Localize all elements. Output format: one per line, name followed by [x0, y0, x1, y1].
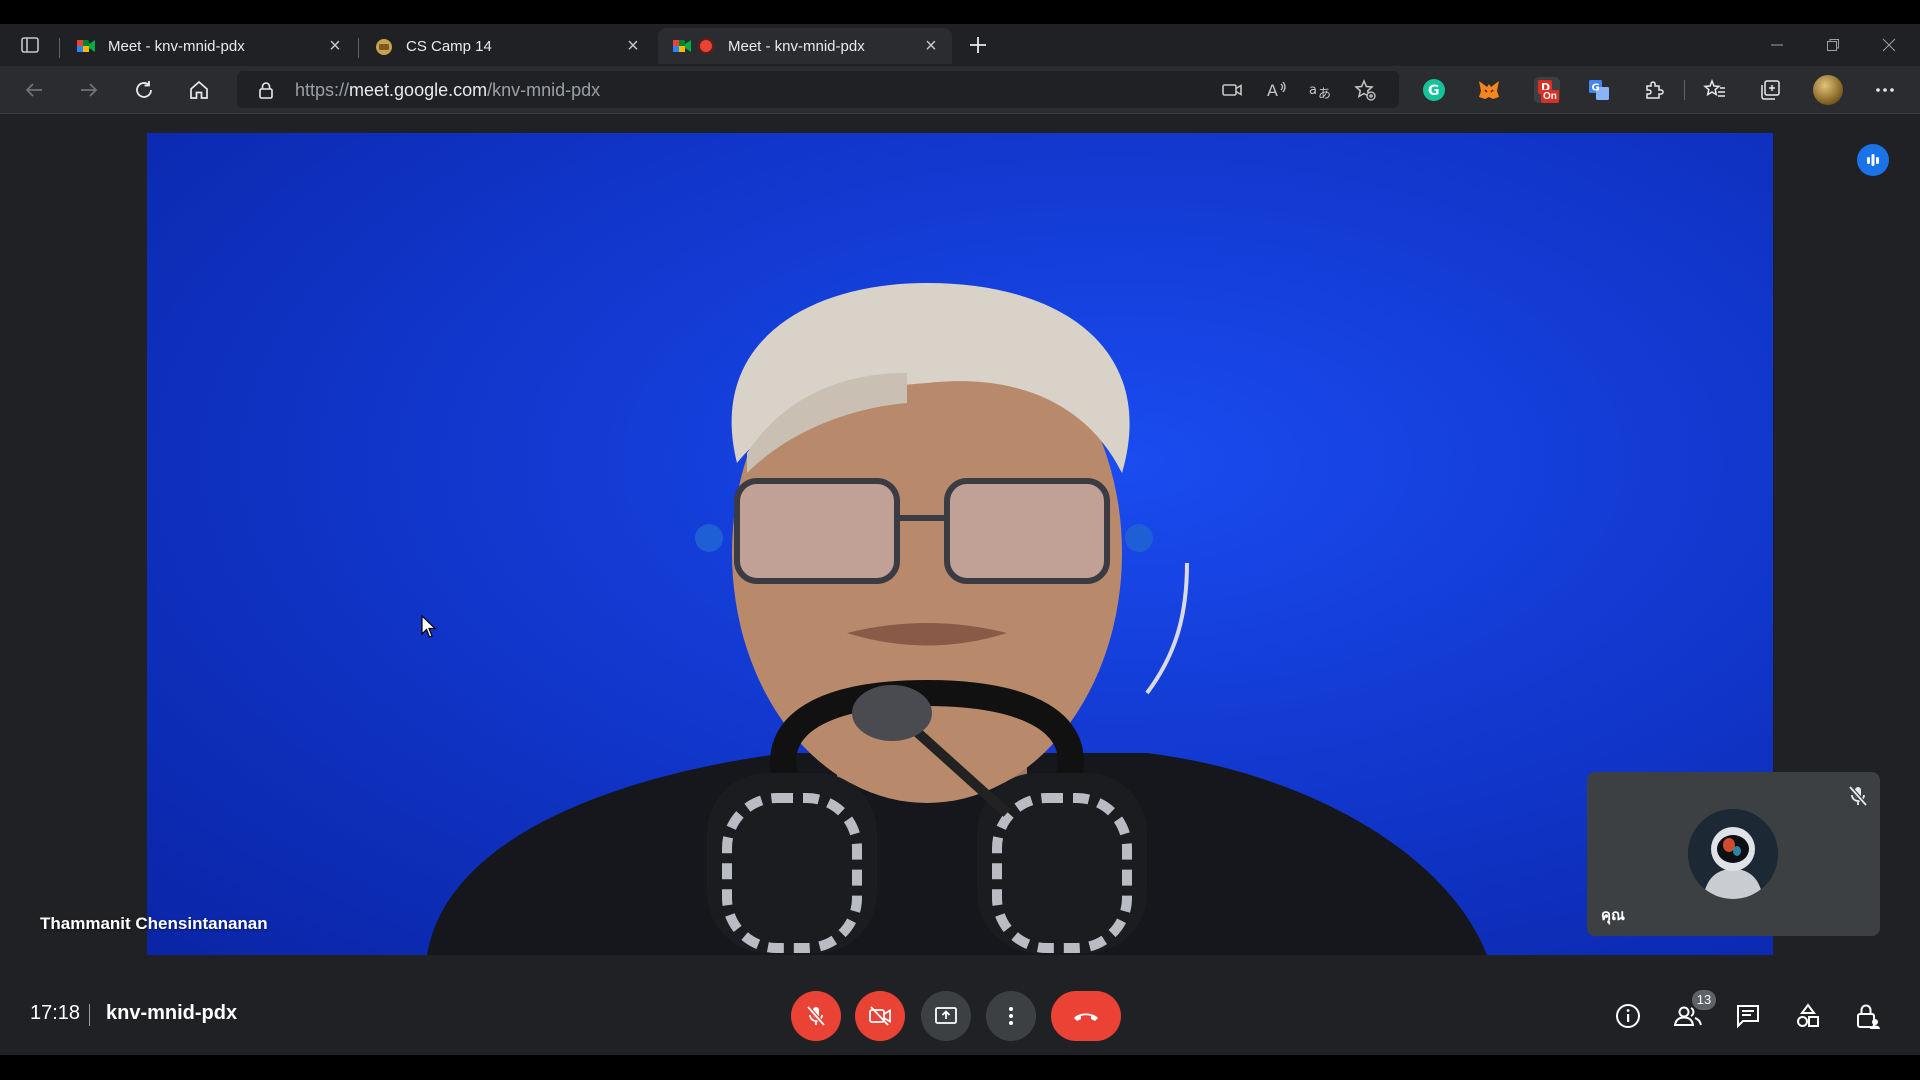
tab-cs-camp[interactable]: CS Camp 14 × — [360, 28, 654, 64]
activities-button[interactable] — [1790, 998, 1826, 1034]
chat-button[interactable] — [1730, 998, 1766, 1034]
present-screen-icon — [935, 1007, 957, 1024]
tab-separator — [358, 38, 359, 58]
mouse-cursor — [421, 615, 437, 639]
tab-strip: Meet - knv-mnid-pdx × CS Camp 14 × Meet … — [0, 24, 1920, 66]
browser-toolbar: https://meet.google.com/knv-mnid-pdx A a… — [0, 66, 1920, 114]
read-aloud-icon[interactable]: A — [1265, 78, 1289, 102]
grammarly-icon[interactable]: G — [1421, 77, 1447, 103]
svg-text:a: a — [1309, 83, 1317, 98]
svg-text:G: G — [1428, 83, 1440, 99]
tab-title: Meet - knv-mnid-pdx — [728, 37, 865, 55]
camera-off-icon — [869, 1006, 891, 1026]
url-path: /knv-mnid-pdx — [487, 80, 601, 100]
speaker-video-frame — [427, 283, 1487, 955]
participant-count-badge: 13 — [1692, 990, 1716, 1010]
forward-button[interactable] — [71, 72, 107, 108]
mic-toggle-button[interactable] — [791, 991, 841, 1041]
info-icon — [1616, 1004, 1640, 1028]
bottom-bezel — [0, 1055, 1920, 1080]
meeting-clock: 17:18 — [30, 1002, 81, 1024]
svg-text:A: A — [1267, 81, 1278, 100]
on-extension-icon[interactable]: D On — [1534, 77, 1560, 103]
self-avatar — [1688, 809, 1778, 899]
meet-stage: Thammanit Chensintananan คุณ 17:18 knv-m… — [0, 114, 1920, 1055]
reload-button[interactable] — [126, 72, 162, 108]
self-video-tile[interactable]: คุณ — [1587, 772, 1880, 936]
tab-separator — [59, 38, 60, 58]
meeting-controls-bar: 17:18 knv-mnid-pdx 13 — [0, 972, 1920, 1055]
camp-logo-icon — [374, 36, 394, 56]
svg-text:あ: あ — [1318, 87, 1331, 101]
mic-muted-icon — [1846, 784, 1870, 808]
home-button[interactable] — [181, 72, 217, 108]
address-bar[interactable]: https://meet.google.com/knv-mnid-pdx A a… — [237, 71, 1399, 108]
url-text[interactable]: https://meet.google.com/knv-mnid-pdx — [295, 80, 600, 101]
tab-meet-active[interactable]: Meet - knv-mnid-pdx × — [658, 28, 952, 64]
camera-permission-icon[interactable] — [1220, 78, 1244, 102]
main-video-tile[interactable] — [147, 133, 1773, 955]
chat-icon — [1737, 1005, 1759, 1029]
collections-icon[interactable] — [1757, 77, 1783, 103]
close-tab-icon[interactable]: × — [622, 35, 644, 57]
camera-toggle-button[interactable] — [855, 991, 905, 1041]
minimize-button[interactable] — [1749, 24, 1805, 66]
profile-avatar[interactable] — [1813, 75, 1843, 105]
metamask-icon[interactable] — [1476, 77, 1502, 103]
add-favorite-icon[interactable] — [1353, 78, 1377, 102]
google-meet-icon — [76, 36, 96, 56]
restore-button[interactable] — [1805, 24, 1861, 66]
url-host: meet.google.com — [349, 80, 488, 100]
close-tab-icon[interactable]: × — [920, 35, 942, 57]
tab-title: CS Camp 14 — [406, 37, 492, 55]
favorites-icon[interactable] — [1702, 77, 1728, 103]
more-options-button[interactable] — [986, 991, 1036, 1041]
present-screen-button[interactable] — [921, 991, 971, 1041]
meeting-code: knv-mnid-pdx — [106, 1002, 238, 1024]
tab-title: Meet - knv-mnid-pdx — [108, 37, 245, 55]
new-tab-button[interactable] — [960, 27, 996, 63]
self-name-label: คุณ — [1601, 907, 1625, 924]
tab-actions-menu-icon[interactable] — [12, 27, 48, 63]
url-scheme: https:// — [295, 80, 350, 100]
recording-indicator-icon — [698, 38, 714, 54]
tab-meet-1[interactable]: Meet - knv-mnid-pdx × — [62, 28, 356, 64]
translate-icon[interactable]: G — [1586, 77, 1612, 103]
activities-icon — [1797, 1003, 1819, 1027]
close-tab-icon[interactable]: × — [324, 35, 346, 57]
extension-badge: On — [1541, 90, 1559, 103]
top-bezel — [0, 0, 1920, 24]
lock-person-icon — [1857, 1004, 1880, 1029]
leave-call-button[interactable] — [1051, 991, 1121, 1041]
more-vert-icon — [1009, 1007, 1013, 1025]
more-menu-icon[interactable] — [1872, 77, 1898, 103]
lock-icon[interactable] — [254, 78, 278, 102]
host-controls-button[interactable] — [1850, 998, 1886, 1034]
divider — [89, 1004, 90, 1026]
back-button[interactable] — [16, 72, 52, 108]
close-window-button[interactable] — [1861, 24, 1917, 66]
mic-off-icon — [806, 1005, 826, 1027]
svg-text:G: G — [1592, 83, 1600, 94]
speaker-name-label: Thammanit Chensintananan — [40, 914, 268, 933]
active-speaker-icon — [1857, 144, 1889, 176]
meeting-details-button[interactable] — [1610, 998, 1646, 1034]
google-meet-icon — [672, 36, 692, 56]
extensions-puzzle-icon[interactable] — [1641, 77, 1667, 103]
translate-page-icon[interactable]: aあ — [1309, 78, 1333, 102]
hang-up-icon — [1074, 1013, 1098, 1021]
toolbar-separator — [1684, 80, 1685, 100]
